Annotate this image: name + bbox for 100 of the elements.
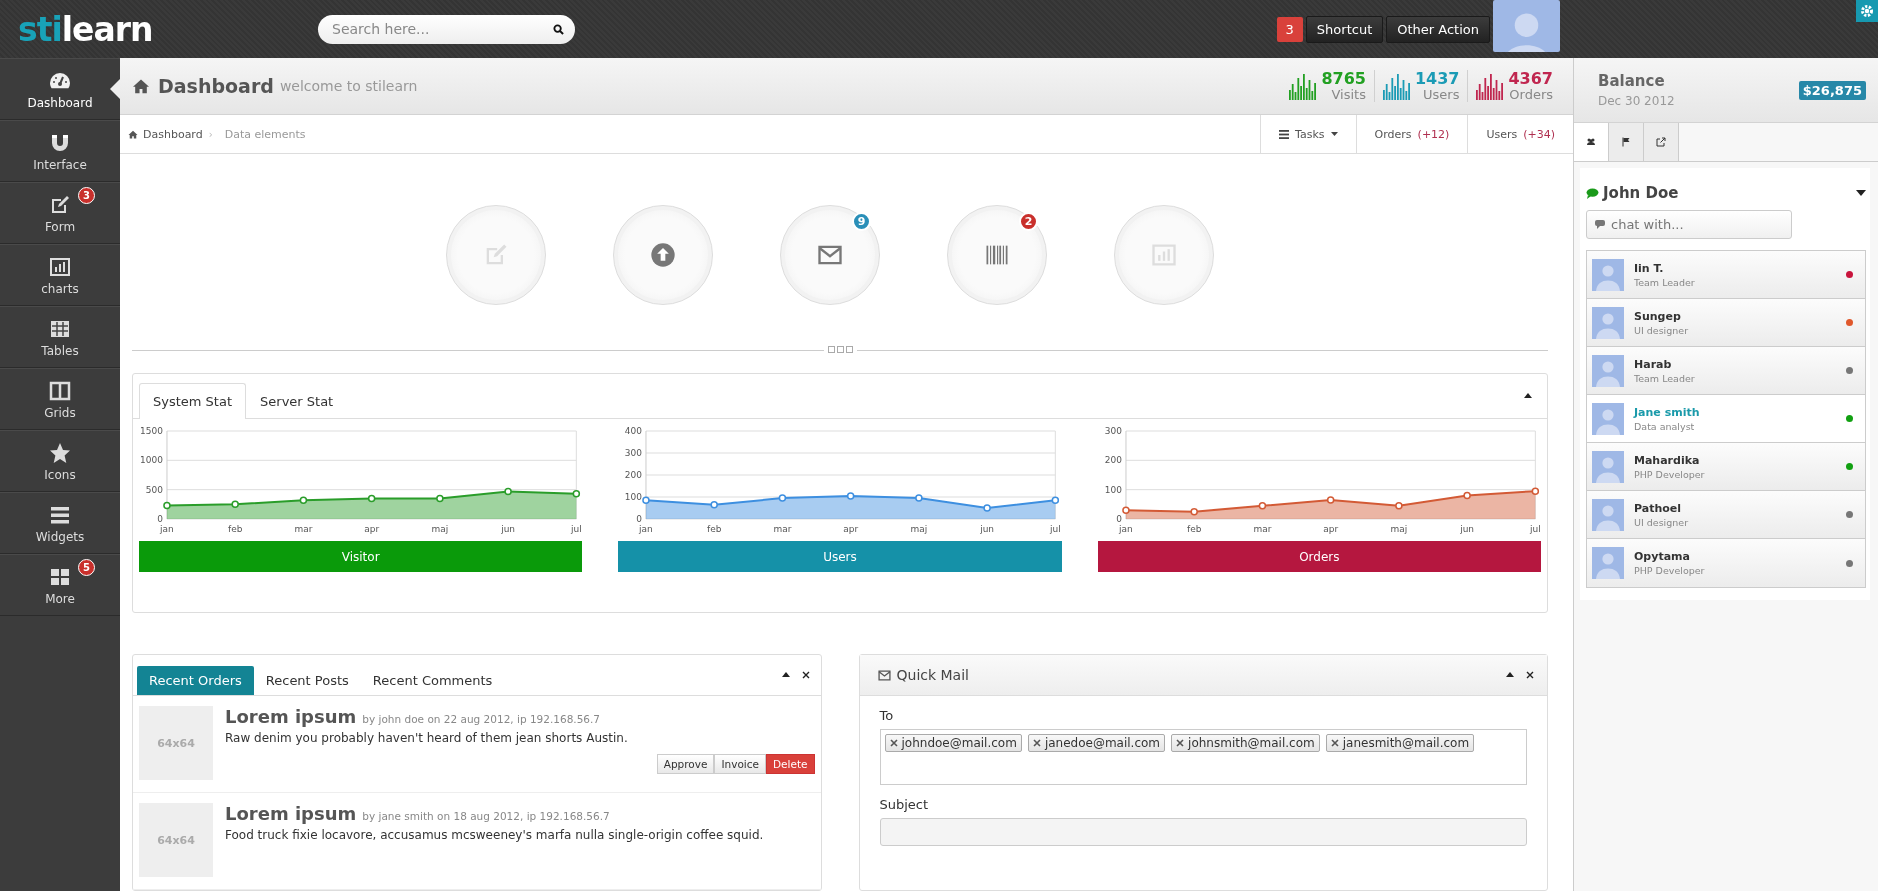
stat-label: Users: [1422, 87, 1460, 102]
bar-chart-icon: [1476, 72, 1505, 100]
axis-label: maj: [910, 524, 928, 534]
action-button[interactable]: Delete: [766, 754, 815, 774]
chart-button[interactable]: Orders: [1097, 541, 1541, 572]
subject-field[interactable]: [879, 818, 1527, 846]
action-button[interactable]: Shortcut: [1305, 15, 1384, 43]
chat-icon: [1586, 187, 1599, 199]
axis-label: feb: [707, 524, 722, 534]
data-point: [1258, 502, 1266, 510]
contact-item[interactable]: Sungep UI designer: [1587, 299, 1865, 347]
count-badge: 9: [852, 212, 871, 231]
sidebar-item[interactable]: Icons: [0, 430, 120, 492]
breadcrumb-current: Data elements: [224, 127, 306, 141]
collapse-icon[interactable]: [1505, 670, 1515, 680]
search-field[interactable]: Search here...: [318, 14, 575, 44]
recipient-tag[interactable]: johnsmith@mail.com: [1171, 734, 1320, 752]
sidebar-item[interactable]: Widgets: [0, 492, 120, 554]
remove-icon[interactable]: [1176, 739, 1185, 747]
axis-label: mar: [773, 524, 792, 534]
recipient-tag[interactable]: janedoe@mail.com: [1027, 734, 1166, 752]
quick-link-button[interactable]: 9: [780, 205, 880, 305]
page-subtitle: welcome to stilearn: [279, 78, 418, 94]
contact-item[interactable]: Harab Team Leader: [1587, 347, 1865, 395]
caret-icon: [1330, 132, 1338, 136]
notification-badge[interactable]: 3: [1276, 16, 1303, 42]
data-point: [1190, 507, 1198, 516]
tab[interactable]: Recent Comments: [360, 666, 505, 695]
axis-label: maj: [431, 524, 449, 534]
sidebar-item[interactable]: charts: [0, 244, 120, 306]
data-point: [779, 494, 787, 502]
data-point: [1326, 496, 1335, 504]
axis-label: feb: [228, 524, 243, 534]
placeholder-label: 64x64: [157, 736, 195, 750]
remove-icon[interactable]: [1330, 739, 1339, 747]
close-icon[interactable]: [1525, 670, 1535, 680]
recipient-tag[interactable]: johndoe@mail.com: [884, 734, 1022, 752]
contact-name: Iin T.: [1634, 261, 1665, 275]
remove-icon[interactable]: [1032, 739, 1041, 747]
axis-label: 0: [157, 514, 163, 524]
home-icon: [128, 129, 138, 139]
contact-item[interactable]: Opytama PHP Developer: [1587, 539, 1865, 587]
axis-label: 400: [625, 426, 643, 436]
remove-icon[interactable]: [889, 739, 898, 747]
settings-icon[interactable]: [1856, 0, 1878, 22]
action-button[interactable]: Invoice: [714, 754, 766, 774]
count-badge: 3: [78, 187, 95, 204]
tab[interactable]: Server Stat: [246, 383, 348, 419]
stat-label: Visits: [1330, 87, 1366, 102]
axis-label: jun: [980, 524, 995, 534]
chart-button[interactable]: Visitor: [139, 541, 583, 572]
contact-item[interactable]: Mahardika PHP Developer: [1587, 443, 1865, 491]
balance-title: Balance: [1598, 72, 1666, 90]
chart-button[interactable]: Users: [618, 541, 1062, 572]
tab[interactable]: Recent Orders: [137, 666, 254, 695]
icon-tab[interactable]: [1574, 123, 1609, 161]
panel-title: Quick Mail: [896, 667, 969, 683]
contact-name: Opytama: [1634, 550, 1691, 563]
field-label: To: [879, 708, 895, 723]
stat-value: 8765: [1321, 70, 1366, 87]
contact-name: Mahardika: [1634, 453, 1701, 467]
action-button[interactable]: Approve: [656, 754, 715, 774]
breadcrumb-link[interactable]: Dashboard: [143, 127, 203, 141]
tab[interactable]: Recent Posts: [253, 666, 361, 695]
comment-icon: [1595, 220, 1605, 229]
sidebar-item[interactable]: Form 3: [0, 182, 120, 244]
external-link-icon: [1655, 136, 1667, 148]
sidebar-item[interactable]: More 5: [0, 554, 120, 616]
axis-label: 100: [625, 492, 643, 502]
contact-name: Pathoel: [1634, 501, 1683, 515]
axis-label: jan: [639, 524, 654, 534]
bar-chart-icon: [1382, 72, 1411, 100]
data-point: [299, 496, 308, 504]
recipients-field[interactable]: johndoe@mail.com janedoe@mail.com johnsmith@mail.com janesmith@mail.com: [879, 729, 1527, 785]
axis-label: jun: [1459, 524, 1474, 534]
quick-link-button[interactable]: 2: [947, 205, 1047, 305]
list-icon: [1279, 129, 1290, 139]
action-button[interactable]: Other Action: [1386, 15, 1490, 43]
axis-label: mar: [1253, 524, 1272, 534]
sidebar-item[interactable]: Tables: [0, 306, 120, 368]
contact-item[interactable]: Iin T. Team Leader: [1587, 251, 1865, 299]
collapse-icon[interactable]: [780, 670, 791, 680]
flag-icon: [1620, 136, 1632, 148]
tab[interactable]: System Stat: [139, 383, 247, 419]
page-title: Dashboard: [158, 75, 274, 97]
close-icon[interactable]: [800, 670, 811, 680]
caret-icon[interactable]: [1856, 190, 1866, 196]
post-text: Food truck fixie locavore, accusamus mcsweeney's marfa nulla single-origin coffee squid.: [225, 828, 765, 842]
sidebar-item[interactable]: Interface: [0, 120, 120, 182]
axis-label: 1000: [140, 455, 163, 466]
contact-item[interactable]: Pathoel UI designer: [1587, 491, 1865, 539]
axis-label: jul: [1529, 524, 1541, 534]
sidebar-item[interactable]: Grids: [0, 368, 120, 430]
recipient-tag[interactable]: janesmith@mail.com: [1325, 734, 1475, 752]
chat-field[interactable]: chat with...: [1586, 210, 1792, 239]
collapse-icon[interactable]: [1523, 391, 1533, 401]
axis-label: feb: [1186, 524, 1202, 534]
axis-label: 200: [625, 470, 643, 480]
post-title: Lorem ipsum: [225, 706, 357, 727]
balance-amount: $26,875: [1798, 80, 1866, 100]
